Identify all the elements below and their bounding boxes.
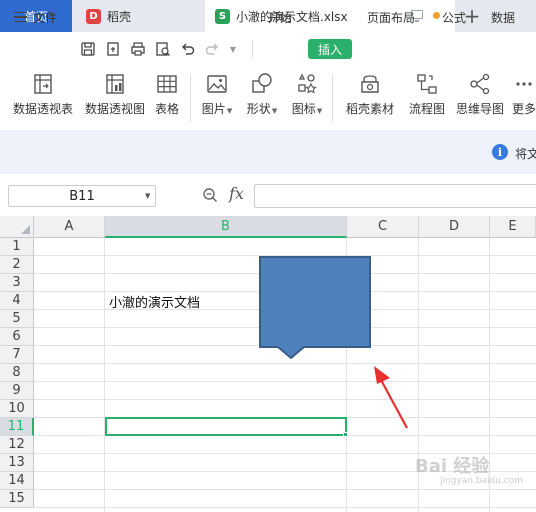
daoke-material-label: 稻壳素材 — [345, 102, 394, 116]
menu-separator — [252, 40, 253, 58]
shapes-button[interactable]: 形状▼ — [244, 72, 280, 122]
row-header[interactable]: 2 — [0, 256, 34, 274]
pivot-table-icon — [34, 74, 52, 94]
daoke-logo-icon: D — [86, 8, 101, 24]
red-arrow-annotation — [374, 366, 408, 429]
more-button[interactable]: 更多 — [512, 72, 536, 122]
table-icon — [157, 75, 177, 93]
more-icon — [516, 82, 532, 86]
pivot-table-button[interactable]: 数据透视表 — [12, 72, 74, 122]
export-pdf-icon[interactable] — [105, 41, 121, 57]
spreadsheet-icon: S — [215, 8, 230, 24]
icons-icon — [298, 73, 317, 94]
table-button[interactable]: 表格 — [153, 72, 181, 122]
icons-label: 图标▼ — [291, 102, 323, 116]
row-header[interactable]: 9 — [0, 382, 34, 400]
icons-button[interactable]: 图标▼ — [289, 72, 325, 122]
redo-icon[interactable] — [204, 41, 220, 57]
row-header[interactable]: 1 — [0, 238, 34, 256]
select-all-corner[interactable] — [0, 216, 34, 238]
print-preview-icon[interactable] — [155, 41, 171, 57]
menu-file-label: 文件 — [33, 10, 58, 25]
row-header[interactable]: 5 — [0, 310, 34, 328]
ribbon-separator — [190, 74, 191, 122]
grid-line — [34, 507, 536, 508]
callout-shape[interactable] — [258, 255, 373, 361]
hamburger-icon — [14, 12, 27, 22]
mindmap-button[interactable]: 思维导图 — [455, 72, 505, 122]
ribbon-separator — [332, 74, 333, 122]
menu-insert-label: 插入 — [317, 42, 342, 57]
menu-data-label: 数据 — [491, 10, 516, 25]
print-icon[interactable] — [130, 41, 146, 57]
baidu-watermark-url: jingyan.baidu.com — [440, 476, 524, 486]
menu-page-layout-label: 页面布局 — [367, 10, 416, 25]
picture-icon — [207, 75, 227, 93]
row-header[interactable]: 8 — [0, 364, 34, 382]
formula-input[interactable] — [254, 184, 536, 208]
row-header[interactable]: 7 — [0, 346, 34, 364]
more-label: 更多 — [512, 102, 536, 116]
pivot-chart-label: 数据透视图 — [84, 102, 145, 116]
row-header[interactable]: 6 — [0, 328, 34, 346]
fill-handle[interactable] — [343, 432, 348, 437]
pivot-table-label: 数据透视表 — [12, 102, 73, 116]
row-header[interactable]: 4 — [0, 292, 34, 310]
insert-function-button[interactable]: fx — [229, 184, 244, 203]
menu-start[interactable]: 开始 — [268, 0, 292, 34]
name-box-dropdown-icon[interactable]: ▼ — [145, 192, 150, 200]
tab-daoke-label: 稻壳 — [107, 9, 132, 24]
shapes-icon — [252, 73, 272, 93]
baidu-watermark: Bai 经验 — [415, 456, 490, 477]
column-header-e[interactable]: E — [490, 216, 536, 238]
grid-line — [34, 399, 536, 400]
undo-icon[interactable] — [180, 41, 196, 57]
pivot-chart-button[interactable]: 数据透视图 — [84, 72, 146, 122]
daoke-material-button[interactable]: 稻壳素材 — [345, 72, 395, 122]
row-header[interactable]: 15 — [0, 490, 34, 508]
zoom-icon[interactable] — [202, 187, 218, 203]
flowchart-label: 流程图 — [408, 102, 445, 116]
daoke-material-icon — [361, 75, 379, 93]
picture-button[interactable]: 图片▼ — [199, 72, 235, 122]
cell-b4[interactable]: 小澈的演示文档 — [109, 292, 200, 311]
table-label: 表格 — [154, 102, 179, 116]
info-icon: i — [492, 144, 508, 160]
menu-formula[interactable]: 公式 — [442, 0, 466, 34]
unsaved-dot-icon — [433, 12, 440, 19]
row-header[interactable]: 10 — [0, 400, 34, 418]
name-box[interactable]: B11 — [8, 185, 156, 207]
pivot-chart-icon — [106, 74, 124, 94]
row-header[interactable]: 14 — [0, 472, 34, 490]
column-header-c[interactable]: C — [347, 216, 419, 238]
grid-line — [34, 363, 536, 364]
grid-line — [34, 489, 536, 490]
menu-file[interactable]: 文件 — [14, 0, 57, 34]
flowchart-button[interactable]: 流程图 — [408, 72, 446, 122]
active-cell-b11[interactable] — [105, 417, 347, 436]
row-header[interactable]: 13 — [0, 454, 34, 472]
grid-line — [34, 381, 536, 382]
column-header-a[interactable]: A — [34, 216, 105, 238]
menu-formula-label: 公式 — [442, 10, 467, 25]
save-icon[interactable] — [80, 41, 96, 57]
info-strip — [0, 130, 536, 174]
row-header-selected[interactable]: 11 — [0, 418, 34, 436]
mindmap-icon — [470, 73, 490, 95]
menu-page-layout[interactable]: 页面布局 — [367, 0, 415, 34]
column-header-b[interactable]: B — [105, 216, 347, 238]
picture-label: 图片▼ — [201, 102, 233, 116]
row-header[interactable]: 12 — [0, 436, 34, 454]
shapes-label: 形状▼ — [246, 102, 278, 116]
mindmap-label: 思维导图 — [455, 102, 504, 116]
menu-insert[interactable]: 插入 — [308, 39, 352, 59]
tab-daoke[interactable]: D 稻壳 — [76, 0, 200, 32]
menu-start-label: 开始 — [268, 10, 293, 25]
row-header[interactable]: 3 — [0, 274, 34, 292]
column-header-d[interactable]: D — [419, 216, 490, 238]
flowchart-icon — [417, 74, 437, 94]
menu-data[interactable]: 数据 — [491, 0, 515, 34]
info-text[interactable]: 将文 — [515, 145, 536, 162]
quick-access-dropdown-icon[interactable]: ▼ — [225, 41, 241, 57]
